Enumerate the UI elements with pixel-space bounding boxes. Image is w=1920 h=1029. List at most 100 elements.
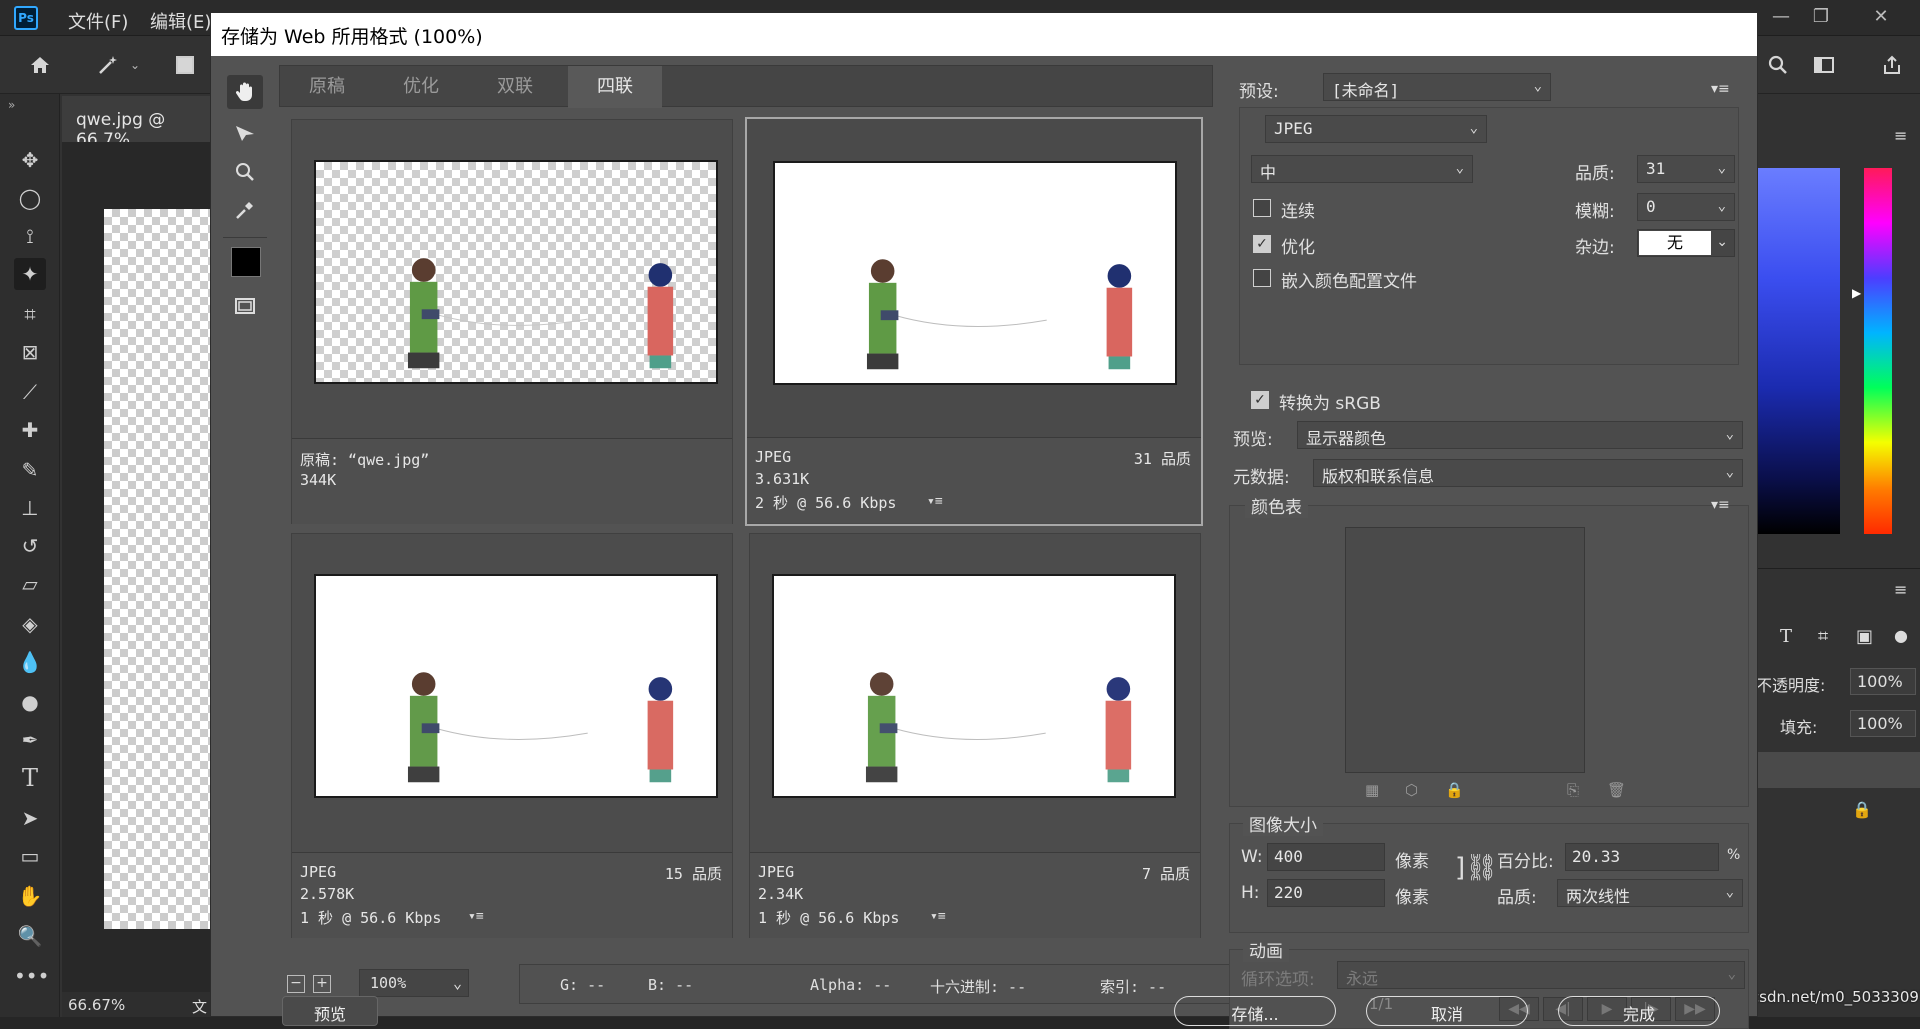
document-tab[interactable]: qwe.jpg @ 66.7% (62, 96, 212, 150)
preset-select[interactable]: [未命名] ⌄ (1323, 73, 1551, 101)
zoom-tool-icon[interactable] (227, 155, 263, 189)
eyedropper-tool-icon[interactable] (227, 193, 263, 227)
cancel-button[interactable]: 取消 (1366, 996, 1528, 1026)
preview-button[interactable]: 预览 (282, 996, 378, 1026)
hue-slider[interactable] (1864, 168, 1892, 534)
blur-tool-icon[interactable]: 💧 (14, 646, 46, 678)
close-icon[interactable]: ✕ (1866, 4, 1896, 30)
magic-wand-tool-icon[interactable]: ✦ (14, 258, 46, 290)
preview-select[interactable]: 显示器颜色 ⌄ (1297, 421, 1743, 449)
zoom-out-button[interactable]: − (287, 975, 305, 993)
constrain-proportions-icon[interactable]: ]⛓ (1455, 855, 1498, 881)
convert-srgb-checkbox[interactable]: ✓ (1251, 391, 1269, 409)
zoom-status[interactable]: 66.67% (68, 996, 125, 1014)
zoom-in-button[interactable]: + (313, 975, 331, 993)
map-transparency-icon[interactable]: ▦ (1365, 781, 1379, 799)
progressive-checkbox[interactable] (1253, 199, 1271, 217)
move-tool-icon[interactable]: ✥ (14, 144, 46, 176)
layer-row[interactable] (1756, 752, 1920, 788)
delete-color-icon[interactable]: 🗑 (1607, 781, 1626, 799)
metadata-select[interactable]: 版权和联系信息 ⌄ (1313, 459, 1743, 487)
hand-tool-icon[interactable]: ✋ (14, 880, 46, 912)
eraser-tool-icon[interactable]: ▱ (14, 568, 46, 600)
menu-edit[interactable]: 编辑(E) (150, 8, 211, 34)
preview-cell-jpeg-15[interactable]: JPEG 15 品质 2.578K 1 秒 @ 56.6 Kbps ▾≡ (291, 533, 733, 938)
magic-wand-icon[interactable] (92, 49, 124, 81)
save-button[interactable]: 存储... (1174, 996, 1336, 1026)
color-picker-field[interactable] (1758, 168, 1840, 534)
paint-bucket-tool-icon[interactable]: ◈ (14, 608, 46, 640)
hue-slider-arrow-icon[interactable]: ▶ (1852, 286, 1861, 300)
preview-cell-original[interactable]: 原稿: “qwe.jpg” 344K (291, 119, 733, 524)
percent-field[interactable]: 20.33 (1565, 843, 1719, 871)
layers-menu-icon[interactable]: ≡ (1894, 580, 1907, 599)
filter-toggle-icon[interactable]: ● (1894, 626, 1908, 645)
history-brush-tool-icon[interactable]: ↺ (14, 530, 46, 562)
tab-4up[interactable]: 四联 (568, 66, 662, 108)
opacity-field[interactable]: 100% (1850, 668, 1916, 695)
panel-menu-icon[interactable]: ≡ (1894, 126, 1907, 145)
restore-icon[interactable]: ❐ (1806, 4, 1836, 30)
more-tools-icon[interactable]: ••• (14, 960, 49, 992)
done-button[interactable]: 完成 (1558, 996, 1720, 1026)
download-menu-icon[interactable]: ▾≡ (930, 909, 946, 924)
blur-field[interactable]: 0 ⌄ (1637, 193, 1735, 221)
tab-optimized[interactable]: 优化 (374, 66, 468, 108)
width-field[interactable]: 400 (1267, 843, 1385, 871)
preview-cell-jpeg-7[interactable]: JPEG 7 品质 2.34K 1 秒 @ 56.6 Kbps ▾≡ (749, 533, 1201, 938)
document-canvas[interactable] (104, 209, 212, 929)
home-icon[interactable] (24, 49, 56, 81)
zoom-select[interactable]: 100% ⌄ (359, 969, 469, 997)
lock-color-icon[interactable]: 🔒 (1445, 781, 1464, 799)
color-table-menu-icon[interactable]: ▾≡ (1711, 497, 1730, 513)
healing-brush-tool-icon[interactable]: ✚ (14, 414, 46, 446)
settings-menu-icon[interactable]: ▾≡ (1711, 81, 1730, 97)
zoom-tool-icon[interactable]: 🔍 (14, 920, 46, 952)
stamp-tool-icon[interactable]: ⊥ (14, 492, 46, 524)
eyedropper-tool-icon[interactable]: ⟋ (14, 376, 46, 408)
minimize-icon[interactable]: — (1766, 4, 1796, 30)
new-color-icon[interactable]: ⎘ (1567, 781, 1579, 799)
fill-field[interactable]: 100% (1850, 710, 1916, 737)
frame-tool-icon[interactable]: ⊠ (14, 336, 46, 368)
search-icon[interactable] (1762, 49, 1794, 81)
resample-select[interactable]: 两次线性 ⌄ (1557, 879, 1743, 907)
web-snap-icon[interactable]: ⬡ (1405, 781, 1418, 799)
rectangle-tool-icon[interactable]: ▭ (14, 840, 46, 872)
color-table-area[interactable] (1345, 527, 1585, 773)
selection-mode-icon[interactable] (176, 56, 194, 74)
crop-tool-icon[interactable]: ⌗ (14, 298, 46, 330)
eyedropper-color-swatch[interactable] (231, 247, 261, 277)
download-menu-icon[interactable]: ▾≡ (468, 909, 484, 924)
tab-2up[interactable]: 双联 (468, 66, 562, 108)
embed-profile-checkbox[interactable] (1253, 269, 1271, 287)
loop-select[interactable]: 永远 ⌄ (1337, 961, 1745, 989)
download-menu-icon[interactable]: ▾≡ (927, 494, 943, 509)
format-select[interactable]: JPEG ⌄ (1265, 115, 1487, 143)
dodge-tool-icon[interactable]: ● (14, 686, 46, 718)
smart-object-filter-icon[interactable]: ▣ (1856, 626, 1873, 647)
quality-preset-select[interactable]: 中 ⌄ (1251, 155, 1473, 183)
quality-field[interactable]: 31 ⌄ (1637, 155, 1735, 183)
menu-file[interactable]: 文件(F) (68, 8, 128, 34)
preview-cell-jpeg-31[interactable]: JPEG 31 品质 3.631K 2 秒 @ 56.6 Kbps ▾≡ (745, 117, 1203, 526)
hand-tool-icon[interactable] (227, 75, 263, 109)
share-icon[interactable] (1876, 49, 1908, 81)
shape-filter-icon[interactable]: ⌗ (1818, 626, 1828, 647)
pen-tool-icon[interactable]: ✒ (14, 724, 46, 756)
slice-select-tool-icon[interactable] (227, 115, 263, 149)
chevron-down-icon[interactable]: ⌄ (130, 58, 140, 72)
expand-panel-icon[interactable]: » (8, 98, 15, 112)
type-filter-icon[interactable]: T (1780, 626, 1792, 647)
tab-original[interactable]: 原稿 (280, 66, 374, 108)
lock-icon[interactable]: 🔒 (1852, 800, 1872, 819)
matte-select[interactable]: 无 ⌄ (1637, 229, 1735, 257)
type-tool-icon[interactable]: T (14, 762, 46, 794)
path-selection-tool-icon[interactable]: ➤ (14, 802, 46, 834)
optimized-checkbox[interactable]: ✓ (1253, 235, 1271, 253)
lasso-tool-icon[interactable]: ◯ (14, 182, 46, 214)
toggle-slices-icon[interactable] (227, 289, 263, 323)
quick-selection-tool-icon[interactable]: ⟟ (14, 220, 46, 252)
workspace-icon[interactable] (1808, 49, 1840, 81)
height-field[interactable]: 220 (1267, 879, 1385, 907)
